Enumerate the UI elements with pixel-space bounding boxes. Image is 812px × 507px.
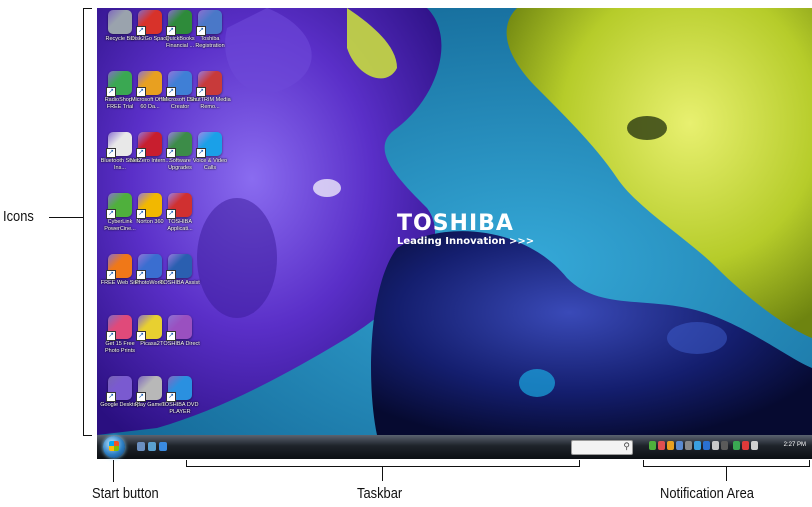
brand-tagline: Leading Innovation >>> xyxy=(397,236,535,247)
quick-launch-switch-windows-icon[interactable] xyxy=(148,442,156,451)
app-icon: ↗ xyxy=(166,376,192,402)
windows-logo-icon xyxy=(109,441,119,451)
desktop-icon[interactable]: ↗ Voice & Video Calls xyxy=(188,132,232,188)
tray-icon-7[interactable] xyxy=(703,441,710,450)
shortcut-arrow-icon: ↗ xyxy=(106,87,116,97)
shortcut-arrow-icon: ↗ xyxy=(166,392,176,402)
desktop-icon-label: TOSHIBA DVD PLAYER xyxy=(161,402,199,415)
shortcut-arrow-icon: ↗ xyxy=(106,148,116,158)
notification-area[interactable]: 2:27 PM xyxy=(641,440,809,454)
icons-callout-leader xyxy=(49,217,83,218)
tray-icon-6[interactable] xyxy=(694,441,701,450)
desktop-icon[interactable]: ↗ ShutTRIM Media Remo... xyxy=(188,71,232,127)
start-button-callout-line xyxy=(113,460,114,482)
desktop-icon-label: TOSHIBA Direct xyxy=(160,341,200,347)
taskbar[interactable]: ⚲ 2:27 PM xyxy=(97,435,812,459)
tray-icon-8[interactable] xyxy=(712,441,719,450)
shortcut-arrow-icon: ↗ xyxy=(106,392,116,402)
tray-icon-5[interactable] xyxy=(685,441,692,450)
start-button[interactable] xyxy=(103,436,125,458)
icons-callout-label: Icons xyxy=(3,208,34,225)
taskbar-callout-label: Taskbar xyxy=(357,485,403,502)
taskbar-callout-line xyxy=(382,466,383,481)
shortcut-arrow-icon: ↗ xyxy=(166,270,176,280)
search-icon: ⚲ xyxy=(623,441,630,451)
shortcut-arrow-icon: ↗ xyxy=(136,26,146,36)
desktop-icon-label: Voice & Video Calls xyxy=(192,158,228,171)
taskbar-search-input[interactable]: ⚲ xyxy=(571,440,633,455)
desktop-icon[interactable]: ↗ TOSHIBA Direct xyxy=(158,315,202,371)
tray-icon-1[interactable] xyxy=(649,441,656,450)
shortcut-arrow-icon: ↗ xyxy=(106,270,116,280)
desktop[interactable]: Recycle Bin ↗ Disk2Go Space ↗ QuickBooks Fin… xyxy=(97,8,812,435)
app-icon: ↗ xyxy=(166,193,192,219)
shortcut-arrow-icon: ↗ xyxy=(136,209,146,219)
shortcut-arrow-icon: ↗ xyxy=(136,270,146,280)
start-button-callout-label: Start button xyxy=(92,485,159,502)
power-icon[interactable] xyxy=(742,441,749,450)
notification-area-callout-label: Notification Area xyxy=(660,485,754,502)
shortcut-arrow-icon: ↗ xyxy=(166,87,176,97)
desktop-icon[interactable]: ↗ Toshiba Registration xyxy=(188,10,232,66)
toshiba-brand: TOSHIBA Leading Innovation >>> xyxy=(397,211,534,247)
notification-area-callout-line xyxy=(726,466,727,481)
brand-name: TOSHIBA xyxy=(397,211,514,236)
taskbar-clock[interactable]: 2:27 PM xyxy=(784,442,806,448)
desktop-icon-label: Toshiba Registration xyxy=(195,36,225,49)
network-icon[interactable] xyxy=(733,441,740,450)
shortcut-arrow-icon: ↗ xyxy=(166,26,176,36)
quick-launch-show-desktop-icon[interactable] xyxy=(137,442,145,451)
icons-callout-bracket xyxy=(83,8,92,436)
shortcut-arrow-icon: ↗ xyxy=(106,209,116,219)
shortcut-arrow-icon: ↗ xyxy=(166,331,176,341)
shortcut-arrow-icon: ↗ xyxy=(136,392,146,402)
tray-icon-2[interactable] xyxy=(658,441,665,450)
quick-launch-browser-icon[interactable] xyxy=(159,442,167,451)
shortcut-arrow-icon: ↗ xyxy=(106,331,116,341)
taskbar-callout-bracket xyxy=(186,460,580,467)
shortcut-arrow-icon: ↗ xyxy=(166,148,176,158)
shortcut-arrow-icon: ↗ xyxy=(196,26,206,36)
app-icon: ↗ xyxy=(196,132,222,158)
app-icon: ↗ xyxy=(196,71,222,97)
desktop-icon-label: TOSHIBA Assist xyxy=(160,280,200,286)
shortcut-arrow-icon: ↗ xyxy=(196,87,206,97)
shortcut-arrow-icon: ↗ xyxy=(136,87,146,97)
app-icon: ↗ xyxy=(166,254,192,280)
desktop-icon-label: ShutTRIM Media Remo... xyxy=(189,97,231,110)
desktop-icon[interactable]: ↗ TOSHIBA Applicati... xyxy=(158,193,202,249)
desktop-icon[interactable]: ↗ TOSHIBA Assist xyxy=(158,254,202,310)
shortcut-arrow-icon: ↗ xyxy=(196,148,206,158)
tray-icon-3[interactable] xyxy=(667,441,674,450)
shortcut-arrow-icon: ↗ xyxy=(136,148,146,158)
shortcut-arrow-icon: ↗ xyxy=(166,209,176,219)
desktop-icon-label: TOSHIBA Applicati... xyxy=(167,219,193,232)
app-icon: ↗ xyxy=(166,315,192,341)
volume-icon[interactable] xyxy=(751,441,758,450)
desktop-icon[interactable]: ↗ TOSHIBA DVD PLAYER xyxy=(158,376,202,432)
tray-icon-4[interactable] xyxy=(676,441,683,450)
tray-icon-9[interactable] xyxy=(721,441,728,450)
shortcut-arrow-icon: ↗ xyxy=(136,331,146,341)
app-icon: ↗ xyxy=(196,10,222,36)
